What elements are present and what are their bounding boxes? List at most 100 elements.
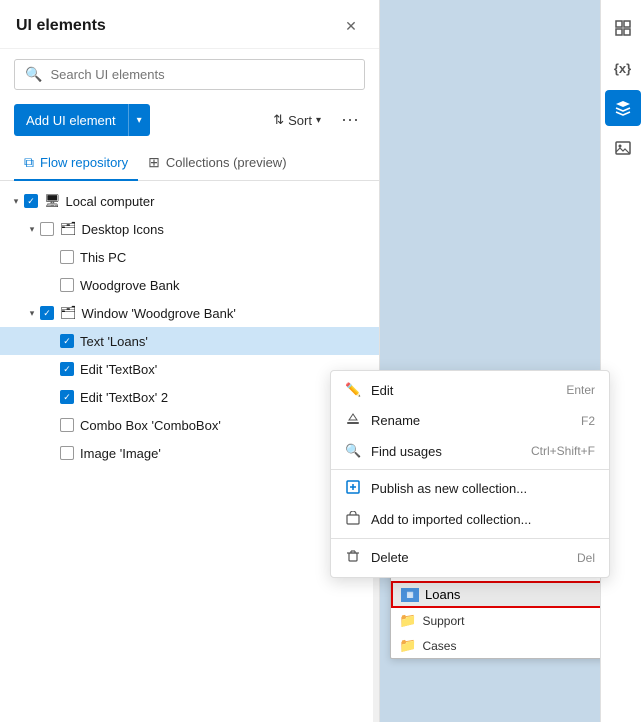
flow-repo-icon: ⧉ (24, 154, 34, 171)
sidebar-variables-icon[interactable]: {x} (605, 50, 641, 86)
checkbox-this-pc[interactable] (60, 250, 74, 264)
edit-textbox-2-label: Edit 'TextBox' 2 (80, 390, 168, 405)
tab-flow-repository[interactable]: ⧉ Flow repository (14, 146, 138, 181)
checkbox-edit-textbox[interactable] (60, 362, 74, 376)
menu-item-delete[interactable]: Delete Del (331, 542, 609, 573)
tree-item-edit-textbox-2[interactable]: ▾ Edit 'TextBox' 2 (0, 383, 379, 411)
wb-row-support: 📁 Support (391, 608, 600, 633)
menu-publish-label: Publish as new collection... (371, 481, 527, 496)
close-button[interactable]: ✕ (339, 14, 363, 38)
checkbox-window-woodgrove[interactable] (40, 306, 54, 320)
sort-chevron-icon: ▾ (316, 115, 321, 126)
menu-rename-shortcut: F2 (581, 414, 595, 428)
checkbox-text-loans[interactable] (60, 334, 74, 348)
sidebar-layers-icon[interactable] (605, 90, 641, 126)
toolbar: Add UI element ▾ ⇅ Sort ▾ ⋯ (0, 100, 379, 146)
wb-cases-label: Cases (422, 639, 456, 653)
tree-item-edit-textbox[interactable]: ▾ Edit 'TextBox' (0, 355, 379, 383)
collections-icon: ⊞ (148, 154, 160, 171)
wb-support-label: Support (422, 614, 464, 628)
sort-label: Sort (288, 113, 312, 128)
tree-item-this-pc[interactable]: ▾ This PC (0, 243, 379, 271)
tree-item-woodgrove-bank[interactable]: ▾ Woodgrove Bank (0, 271, 379, 299)
image-image-label: Image 'Image' (80, 446, 161, 461)
checkbox-image-image[interactable] (60, 446, 74, 460)
context-menu: ✏️ Edit Enter Rename F2 🔍 Find usages Ct… (330, 370, 610, 578)
menu-item-edit[interactable]: ✏️ Edit Enter (331, 375, 609, 405)
chevron-down-icon: ▾ (8, 193, 24, 209)
add-ui-element-button[interactable]: Add UI element ▾ (14, 104, 150, 136)
more-options-button[interactable]: ⋯ (335, 108, 365, 133)
text-loans-label: Text 'Loans' (80, 334, 148, 349)
tree-item-desktop-icons[interactable]: ▾ 🗂 Desktop Icons (0, 215, 379, 243)
menu-item-find-usages[interactable]: 🔍 Find usages Ctrl+Shift+F (331, 436, 609, 466)
menu-rename-label: Rename (371, 413, 420, 428)
rename-icon (345, 412, 361, 429)
tree-item-image-image[interactable]: ▾ Image 'Image' (0, 439, 379, 467)
add-button-caret[interactable]: ▾ (129, 104, 150, 136)
folder-sup-icon: 📁 (399, 612, 416, 629)
panel-header: UI elements ✕ (0, 0, 379, 49)
tab-collections-preview[interactable]: ⊞ Collections (preview) (138, 146, 296, 181)
chevron-down-icon: ▾ (24, 221, 40, 237)
sidebar-ui-elements-icon[interactable] (605, 10, 641, 46)
tree-item-combo-box[interactable]: ▾ Combo Box 'ComboBox' (0, 411, 379, 439)
panel-title: UI elements (16, 17, 106, 35)
find-usages-icon: 🔍 (345, 443, 361, 459)
checkbox-combo-box[interactable] (60, 418, 74, 432)
wb-row-loans: ▦ Loans (391, 581, 600, 608)
right-sidebar: {x} (600, 0, 644, 722)
local-computer-label: Local computer (66, 194, 155, 209)
add-button-label: Add UI element (26, 113, 116, 128)
tab-flow-repo-label: Flow repository (40, 155, 128, 170)
menu-find-usages-label: Find usages (371, 444, 442, 459)
tree-item-text-loans[interactable]: ▾ Text 'Loans' (0, 327, 379, 355)
checkbox-desktop-icons[interactable] (40, 222, 54, 236)
tabs-bar: ⧉ Flow repository ⊞ Collections (preview… (0, 146, 379, 181)
ui-elements-panel: UI elements ✕ 🔍 Add UI element ▾ ⇅ Sort … (0, 0, 380, 722)
menu-edit-label: Edit (371, 383, 393, 398)
menu-find-usages-shortcut: Ctrl+Shift+F (531, 444, 595, 458)
ui-elements-tree: ▾ 🖥 Local computer ▾ 🗂 Desktop Icons ▾ T… (0, 181, 379, 722)
pencil-icon: ✏️ (345, 382, 361, 398)
trash-icon (345, 549, 361, 566)
search-bar: 🔍 (14, 59, 365, 90)
window-icon: 🗂 (60, 305, 77, 321)
menu-separator-1 (331, 469, 609, 470)
menu-delete-label: Delete (371, 550, 409, 565)
sidebar-images-icon[interactable] (605, 130, 641, 166)
loans-grid-icon: ▦ (401, 588, 419, 602)
monitor-icon: 🖥 (44, 193, 61, 209)
search-icon: 🔍 (25, 66, 42, 83)
wb-row-cases: 📁 Cases (391, 633, 600, 658)
checkbox-woodgrove-bank[interactable] (60, 278, 74, 292)
wb-loans-label: Loans (425, 587, 460, 602)
menu-item-add-imported[interactable]: Add to imported collection... (331, 504, 609, 535)
search-input[interactable] (50, 67, 354, 82)
add-collection-icon (345, 511, 361, 528)
edit-textbox-label: Edit 'TextBox' (80, 362, 157, 377)
woodgrove-bank-label: Woodgrove Bank (80, 278, 180, 293)
menu-delete-shortcut: Del (577, 551, 595, 565)
chevron-down-icon: ▾ (24, 305, 40, 321)
folder-cases-icon: 📁 (399, 637, 416, 654)
checkbox-edit-textbox-2[interactable] (60, 390, 74, 404)
this-pc-label: This PC (80, 250, 126, 265)
menu-item-publish-collection[interactable]: Publish as new collection... (331, 473, 609, 504)
menu-separator-2 (331, 538, 609, 539)
app-preview-area: 📁 Document 📁 Accounts ▦ Loans 📁 Support … (380, 0, 600, 722)
add-ui-element-main[interactable]: Add UI element (14, 104, 129, 136)
tab-collections-label: Collections (preview) (166, 155, 287, 170)
menu-edit-shortcut: Enter (566, 383, 595, 397)
desktop-icons-label: Desktop Icons (82, 222, 164, 237)
sort-button[interactable]: ⇅ Sort ▾ (267, 108, 327, 132)
menu-add-imported-label: Add to imported collection... (371, 512, 531, 527)
checkbox-local-computer[interactable] (24, 194, 38, 208)
combo-box-label: Combo Box 'ComboBox' (80, 418, 221, 433)
menu-item-rename[interactable]: Rename F2 (331, 405, 609, 436)
window-woodgrove-label: Window 'Woodgrove Bank' (82, 306, 236, 321)
tree-item-window-woodgrove[interactable]: ▾ 🗂 Window 'Woodgrove Bank' (0, 299, 379, 327)
tree-item-local-computer[interactable]: ▾ 🖥 Local computer (0, 187, 379, 215)
folder-icon: 🗂 (60, 221, 77, 237)
publish-icon (345, 480, 361, 497)
